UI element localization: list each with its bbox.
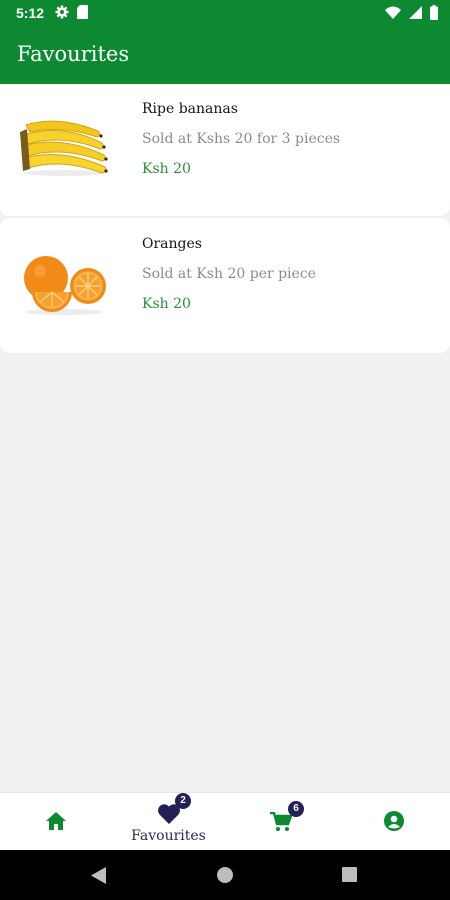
status-right-icons bbox=[385, 5, 438, 25]
nav-cart[interactable]: 6 bbox=[225, 793, 338, 851]
sim-card-icon bbox=[77, 5, 88, 24]
settings-icon bbox=[55, 5, 69, 24]
product-name: Oranges bbox=[142, 236, 202, 252]
favourites-badge: 2 bbox=[175, 793, 191, 809]
recents-icon[interactable] bbox=[342, 867, 357, 886]
product-description: Sold at Kshs 20 for 3 pieces bbox=[142, 131, 341, 147]
product-price: Ksh 20 bbox=[142, 161, 191, 177]
product-name: Ripe bananas bbox=[142, 101, 238, 117]
banana-image bbox=[18, 117, 110, 179]
nav-favourites-label: Favourites bbox=[131, 828, 206, 844]
nav-account[interactable] bbox=[338, 793, 450, 851]
wifi-icon bbox=[385, 6, 401, 24]
home-icon bbox=[46, 812, 66, 834]
home-circle-icon[interactable] bbox=[217, 867, 233, 887]
product-description: Sold at Ksh 20 per piece bbox=[142, 266, 316, 282]
status-left-icons bbox=[55, 5, 88, 24]
orange-image bbox=[18, 254, 110, 316]
status-time: 5:12 bbox=[16, 5, 45, 21]
system-navigation-bar bbox=[0, 850, 450, 900]
favourite-card-ripe-bananas[interactable]: Ripe bananas Sold at Kshs 20 for 3 piece… bbox=[0, 84, 450, 216]
nav-home[interactable] bbox=[0, 793, 112, 851]
cell-signal-icon bbox=[409, 6, 422, 24]
cart-badge: 6 bbox=[288, 801, 304, 817]
back-icon[interactable] bbox=[91, 867, 106, 888]
account-icon bbox=[384, 811, 404, 835]
cart-icon bbox=[270, 811, 293, 836]
favourite-card-oranges[interactable]: Oranges Sold at Ksh 20 per piece Ksh 20 bbox=[0, 218, 450, 353]
status-bar: 5:12 bbox=[0, 0, 450, 26]
product-price: Ksh 20 bbox=[142, 296, 191, 312]
page-title: Favourites bbox=[17, 42, 130, 66]
bottom-navigation: 2 Favourites 6 bbox=[0, 792, 450, 850]
app-bar: Favourites bbox=[0, 26, 450, 84]
nav-favourites[interactable]: 2 Favourites bbox=[112, 793, 225, 851]
battery-icon bbox=[430, 5, 438, 25]
